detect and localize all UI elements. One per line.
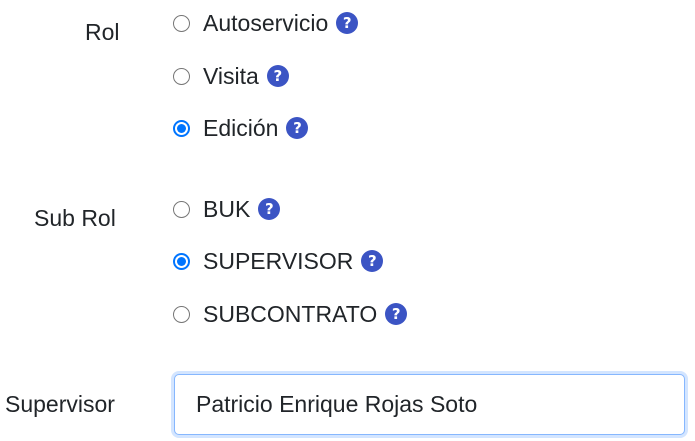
sub-rol-label: Sub Rol (34, 205, 116, 231)
radio-option-visita[interactable]: Visita ? (173, 61, 289, 91)
help-question-icon[interactable]: ? (336, 12, 359, 34)
radio-autoservicio[interactable] (173, 14, 190, 32)
help-question-icon[interactable]: ? (286, 117, 309, 139)
radio-option-subcontrato[interactable]: SUBCONTRATO ? (173, 299, 408, 329)
radio-option-autoservicio[interactable]: Autoservicio ? (173, 8, 359, 38)
radio-label-subcontrato: SUBCONTRATO (203, 301, 378, 327)
rol-label: Rol (85, 19, 120, 45)
radio-edicion[interactable] (173, 119, 190, 137)
radio-option-supervisor[interactable]: SUPERVISOR ? (173, 246, 384, 276)
radio-label-autoservicio: Autoservicio (203, 10, 329, 36)
radio-label-visita: Visita (203, 63, 259, 89)
radio-label-buk: BUK (203, 196, 251, 222)
radio-label-edicion: Edición (203, 115, 279, 141)
help-question-icon[interactable]: ? (385, 303, 408, 325)
supervisor-input[interactable] (174, 374, 685, 435)
supervisor-label: Supervisor (5, 391, 115, 417)
radio-subcontrato[interactable] (173, 305, 190, 323)
help-question-icon[interactable]: ? (266, 65, 289, 87)
radio-option-buk[interactable]: BUK ? (173, 194, 281, 224)
radio-visita[interactable] (173, 67, 190, 85)
radio-buk[interactable] (173, 200, 190, 218)
radio-label-supervisor: SUPERVISOR (203, 248, 354, 274)
radio-option-edicion[interactable]: Edición ? (173, 113, 309, 143)
radio-supervisor[interactable] (173, 252, 190, 270)
help-question-icon[interactable]: ? (361, 250, 384, 272)
help-question-icon[interactable]: ? (258, 198, 281, 220)
